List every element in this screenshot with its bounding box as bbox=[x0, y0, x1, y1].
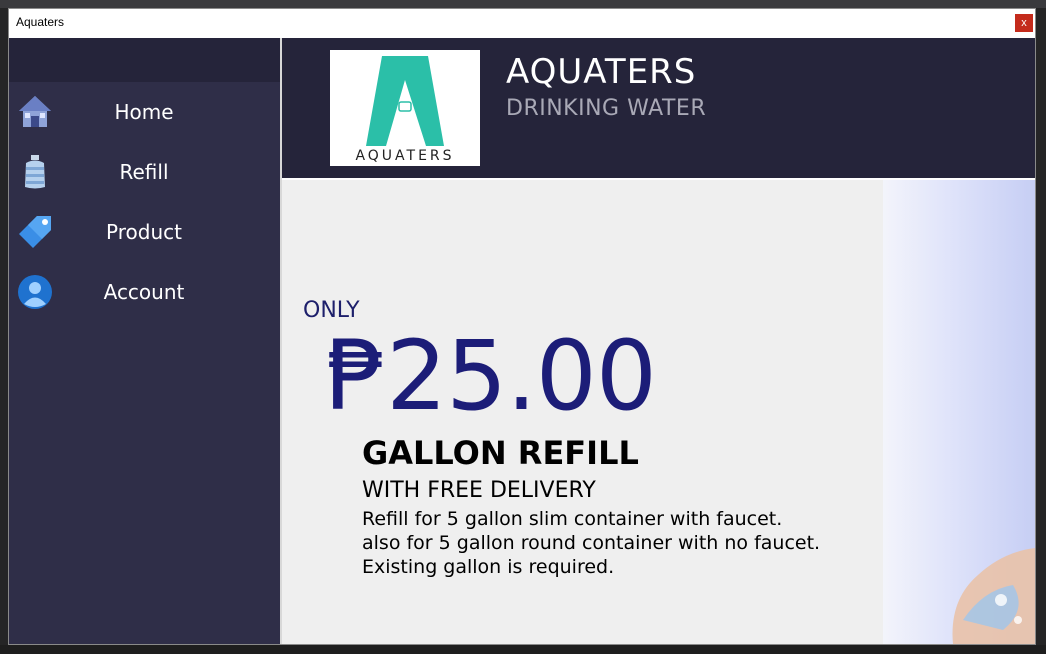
brand-logo: AQUATERS bbox=[330, 50, 480, 166]
title-bar[interactable]: Aquaters x bbox=[9, 9, 1035, 37]
logo-text: AQUATERS bbox=[355, 148, 454, 164]
ide-background bbox=[0, 0, 1046, 8]
promo-price: ₱25.00 bbox=[326, 320, 657, 432]
promo-headline: GALLON REFILL bbox=[362, 434, 639, 472]
sidebar-item-label: Refill bbox=[119, 160, 169, 184]
sidebar-item-home[interactable]: Home bbox=[9, 85, 280, 139]
app-window: Aquaters x Home Refill Product Account A… bbox=[8, 8, 1036, 645]
sidebar-item-refill[interactable]: Refill bbox=[9, 145, 280, 199]
promo-line: also for 5 gallon round container with n… bbox=[362, 532, 821, 554]
close-button[interactable]: x bbox=[1015, 14, 1033, 32]
sidebar-item-label: Home bbox=[114, 100, 174, 124]
promo-line: Refill for 5 gallon slim container with … bbox=[362, 508, 783, 530]
water-bottle-icon bbox=[17, 154, 53, 190]
promo-line: Existing gallon is required. bbox=[362, 556, 615, 578]
sidebar-item-product[interactable]: Product bbox=[9, 205, 280, 259]
sidebar-item-label: Account bbox=[103, 280, 185, 304]
promo-description: Refill for 5 gallon slim container with … bbox=[362, 507, 820, 579]
ide-background-bottom bbox=[0, 645, 1046, 654]
tag-icon bbox=[17, 214, 53, 250]
brand-subtitle: DRINKING WATER bbox=[506, 96, 707, 121]
user-icon bbox=[17, 274, 53, 310]
ide-background-right bbox=[1036, 8, 1046, 654]
promo-delivery: WITH FREE DELIVERY bbox=[362, 478, 596, 503]
water-splash-image bbox=[883, 180, 1035, 644]
ide-background-left bbox=[0, 8, 8, 654]
sidebar-header bbox=[9, 38, 280, 82]
window-title: Aquaters bbox=[16, 15, 65, 29]
sidebar-item-account[interactable]: Account bbox=[9, 265, 280, 319]
sidebar-item-label: Product bbox=[106, 220, 182, 244]
sidebar: Home Refill Product Account bbox=[9, 38, 282, 644]
house-icon bbox=[17, 94, 53, 130]
app-header: AQUATERS AQUATERS DRINKING WATER bbox=[282, 38, 1035, 178]
brand-title: AQUATERS bbox=[506, 52, 697, 92]
promo-panel: ONLY ₱25.00 GALLON REFILL WITH FREE DELI… bbox=[282, 180, 1035, 644]
